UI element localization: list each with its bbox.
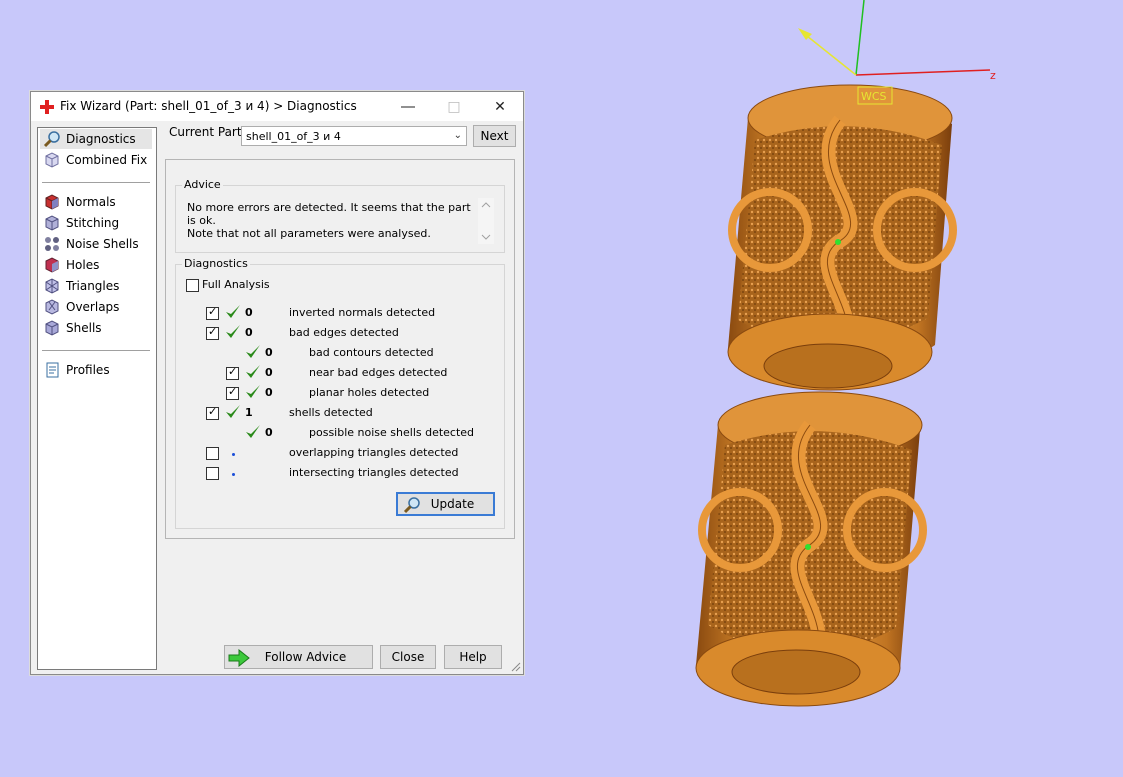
shells-label: shells detected (289, 406, 373, 419)
advice-group-title: Advice (182, 178, 223, 191)
maximize-button: □ (431, 92, 477, 121)
diagnostics-group: Diagnostics Full Analysis ✓ 0 inverted n… (175, 257, 505, 529)
stitching-icon (45, 215, 59, 231)
lower-bead-model[interactable] (695, 391, 927, 707)
shells-checkbox[interactable]: ✓ (206, 405, 219, 420)
checkmark-icon: ✓ (208, 405, 218, 418)
window-title: Fix Wizard (Part: shell_01_of_3 и 4) > D… (60, 99, 357, 113)
magnifier-icon (43, 131, 60, 148)
maximize-icon: □ (447, 98, 461, 115)
checkmark-icon: ✓ (228, 365, 238, 378)
chevron-down-icon: ⌄ (453, 130, 462, 141)
current-part-dropdown[interactable]: shell_01_of_3 и 4 ⌄ (241, 126, 467, 146)
bad-contours-label: bad contours detected (309, 346, 434, 359)
bad-contours-count: 0 (265, 346, 273, 359)
nav-item-normals[interactable]: Normals (40, 192, 152, 212)
nav-item-diagnostics[interactable]: Diagnostics (40, 129, 152, 149)
bad-edges-checkbox[interactable]: ✓ (206, 325, 219, 340)
close-icon: ✕ (494, 98, 506, 115)
nav-item-profiles[interactable]: Profiles (40, 360, 152, 380)
minimize-button[interactable]: ― (385, 92, 431, 121)
green-arrow-icon (228, 649, 250, 667)
nav-separator (42, 350, 150, 351)
nav-item-triangles[interactable]: Triangles (40, 276, 152, 296)
intersecting-triangles-checkbox[interactable] (206, 467, 219, 480)
noise-shells-count: 0 (265, 426, 273, 439)
nav-item-holes[interactable]: Holes (40, 255, 152, 275)
checkmark-icon: ✓ (228, 385, 238, 398)
full-analysis-checkbox[interactable] (186, 279, 199, 292)
nav-item-stitching[interactable]: Stitching (40, 213, 152, 233)
green-check-icon (246, 345, 260, 358)
follow-advice-button[interactable]: Follow Advice (224, 645, 373, 669)
overlapping-triangles-label: overlapping triangles detected (289, 446, 459, 459)
diagnostics-panel: Advice No more errors are detected. It s… (165, 159, 515, 539)
nav-item-shells[interactable]: Shells (40, 318, 152, 338)
holes-icon (45, 257, 59, 273)
overlapping-triangles-checkbox[interactable] (206, 447, 219, 460)
next-button[interactable]: Next (473, 125, 516, 147)
nav-item-noise-shells[interactable]: Noise Shells (40, 234, 152, 254)
resize-grip-icon[interactable] (511, 662, 521, 672)
help-button[interactable]: Help (444, 645, 502, 669)
green-check-icon (226, 405, 240, 418)
pending-dot-icon (232, 453, 235, 456)
current-part-value: shell_01_of_3 и 4 (246, 130, 341, 143)
nav-item-combined-fix[interactable]: Combined Fix (40, 150, 152, 170)
inverted-normals-count: 0 (245, 306, 253, 319)
inverted-normals-label: inverted normals detected (289, 306, 436, 319)
current-part-label: Current Part: (169, 125, 246, 139)
near-bad-edges-checkbox[interactable]: ✓ (226, 365, 239, 380)
advice-group: Advice No more errors are detected. It s… (175, 178, 505, 253)
nav-item-overlaps[interactable]: Overlaps (40, 297, 152, 317)
pending-dot-icon (232, 473, 235, 476)
shells-count: 1 (245, 406, 253, 419)
advice-scrollbar[interactable] (478, 198, 494, 244)
wizard-nav-list: Diagnostics Combined Fix Normals Stitchi… (37, 127, 157, 670)
profiles-icon (46, 362, 59, 378)
diagnostics-group-title: Diagnostics (182, 257, 250, 270)
nav-separator (42, 182, 150, 183)
red-cross-icon (40, 100, 54, 114)
close-button[interactable]: Close (380, 645, 436, 669)
green-check-icon (246, 385, 260, 398)
checkmark-icon: ✓ (208, 305, 218, 318)
z-axis-label: z (990, 69, 996, 82)
shells-icon (45, 320, 59, 336)
intersecting-triangles-label: intersecting triangles detected (289, 466, 459, 479)
noise-shells-label: possible noise shells detected (309, 426, 475, 439)
axes-triad: z (798, 0, 996, 82)
svg-text:WCS: WCS (861, 90, 887, 103)
planar-holes-checkbox[interactable]: ✓ (226, 385, 239, 400)
planar-holes-count: 0 (265, 386, 273, 399)
update-button[interactable]: Update (396, 492, 495, 516)
fix-wizard-dialog: Fix Wizard (Part: shell_01_of_3 и 4) > D… (30, 91, 524, 675)
normals-icon (45, 194, 59, 210)
combined-fix-icon (45, 152, 59, 168)
green-check-icon (246, 365, 260, 378)
overlaps-icon (45, 299, 59, 315)
minimize-icon: ― (401, 98, 415, 115)
noise-shells-icon (45, 237, 59, 251)
green-check-icon (226, 305, 240, 318)
magnifier-icon (403, 497, 420, 514)
title-bar[interactable]: Fix Wizard (Part: shell_01_of_3 и 4) > D… (31, 92, 523, 121)
bad-edges-label: bad edges detected (289, 326, 399, 339)
advice-text: No more errors are detected. It seems th… (187, 201, 471, 240)
green-check-icon (246, 425, 260, 438)
planar-holes-label: planar holes detected (309, 386, 430, 399)
inverted-normals-checkbox[interactable]: ✓ (206, 305, 219, 320)
green-check-icon (226, 325, 240, 338)
scroll-arrows-icon (481, 202, 491, 240)
near-bad-edges-count: 0 (265, 366, 273, 379)
near-bad-edges-label: near bad edges detected (309, 366, 448, 379)
close-window-button[interactable]: ✕ (477, 92, 523, 121)
checkmark-icon: ✓ (208, 325, 218, 338)
triangles-icon (45, 278, 59, 294)
bad-edges-count: 0 (245, 326, 253, 339)
full-analysis-label: Full Analysis (202, 278, 270, 291)
upper-bead-model[interactable] (727, 84, 957, 391)
